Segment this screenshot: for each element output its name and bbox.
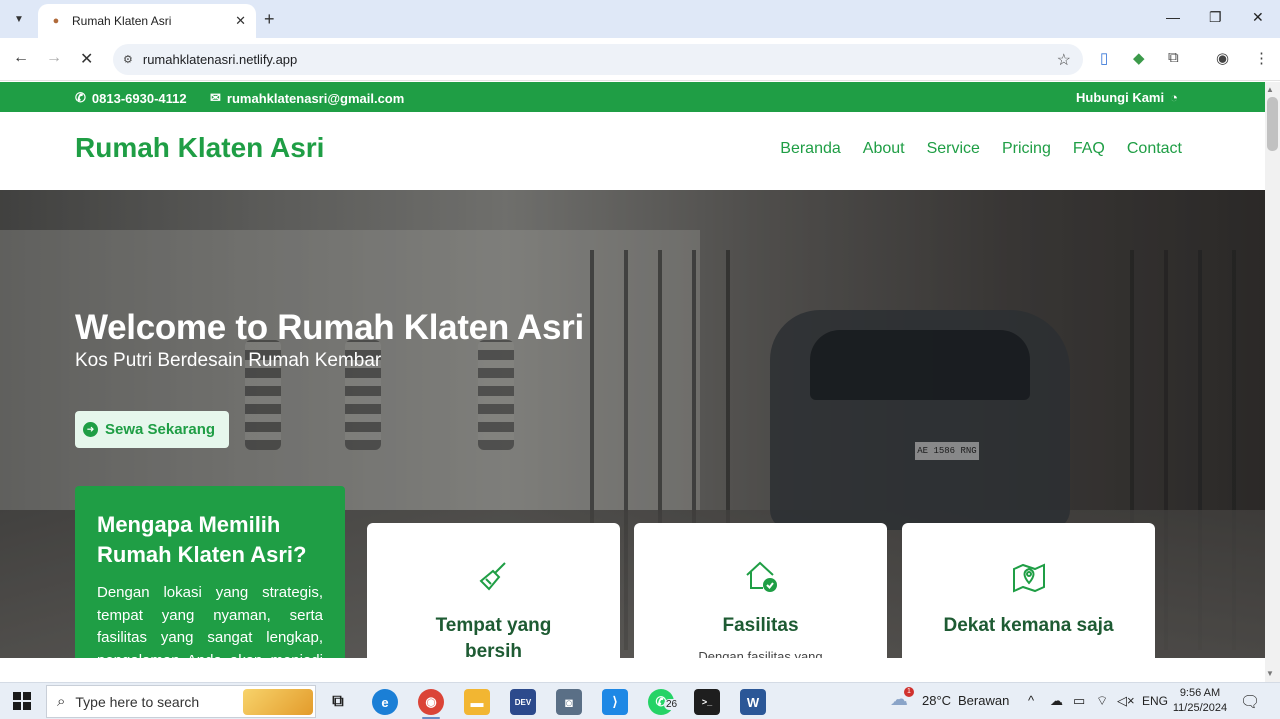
card-title: Fasilitas <box>722 615 799 636</box>
feature-card: Tempat yang bersih <box>367 523 620 658</box>
card-title: Tempat yang bersih <box>435 615 552 658</box>
scroll-up-icon[interactable]: ▲ <box>1266 85 1274 94</box>
edge-icon[interactable]: e <box>372 689 398 715</box>
weather-temp[interactable]: 28°C <box>922 693 951 708</box>
browser-tab[interactable]: ● Rumah Klaten Asri ✕ <box>38 4 256 38</box>
search-highlight-image <box>243 688 313 715</box>
scroll-down-icon[interactable]: ▼ <box>1266 669 1274 678</box>
why-text: Dengan lokasi yang strategis, tempat yan… <box>97 584 323 658</box>
stop-loading-icon[interactable]: ✕ <box>80 49 93 69</box>
weather-alert-badge: 1 <box>904 687 914 697</box>
wifi-icon[interactable]: ⌔ <box>1096 693 1108 709</box>
chrome-icon[interactable]: ◉ <box>418 689 444 715</box>
restore-icon[interactable]: ❐ <box>1209 9 1222 26</box>
search-placeholder: Type here to search <box>75 693 200 710</box>
hero-section: AE 1586 RNG Welcome to Rumah Klaten Asri… <box>0 190 1265 658</box>
hubungi-kami-link[interactable]: Hubungi Kami ◔ <box>1076 90 1178 105</box>
clock-time: 9:56 AM <box>1179 687 1221 699</box>
windows-taskbar: ⌕ Type here to search ⧉ e ◉ ▬ DEV ◙ ⟩ ✆ … <box>0 682 1280 719</box>
main-nav: Beranda About Service Pricing FAQ Contac… <box>780 140 1182 158</box>
extension-icon[interactable]: ◆ <box>1133 49 1145 67</box>
site-header: Rumah Klaten Asri Beranda About Service … <box>0 112 1265 190</box>
site-logo[interactable]: Rumah Klaten Asri <box>75 132 324 164</box>
phone-icon: ✆ <box>75 90 86 105</box>
house-check-icon <box>634 559 887 595</box>
tab-search-icon[interactable]: ▼ <box>8 8 30 30</box>
nav-about[interactable]: About <box>863 140 905 158</box>
clock-date: 11/25/2024 <box>1172 702 1228 714</box>
broom-icon <box>367 559 620 595</box>
weather-desc[interactable]: Berawan <box>958 693 1009 708</box>
windows-start-icon[interactable] <box>13 692 31 710</box>
language-indicator[interactable]: ENG <box>1142 694 1168 708</box>
vscode-icon[interactable]: ⟩ <box>602 689 628 715</box>
email-contact[interactable]: ✉ rumahklatenasri@gmail.com <box>210 90 404 106</box>
site-info-icon[interactable]: ⚙ <box>123 53 133 66</box>
back-icon[interactable]: ← <box>13 49 29 67</box>
taskbar-search[interactable]: ⌕ Type here to search <box>46 685 316 718</box>
nav-contact[interactable]: Contact <box>1127 140 1182 158</box>
new-tab-icon[interactable]: + <box>264 9 275 30</box>
tray-chevron-icon[interactable]: ^ <box>1028 693 1034 708</box>
menu-kebab-icon[interactable]: ⋮ <box>1254 49 1269 67</box>
sewa-sekarang-button[interactable]: ➜ Sewa Sekarang <box>75 411 229 448</box>
devcpp-icon[interactable]: DEV <box>510 689 536 715</box>
system-clock[interactable]: 9:56 AM 11/25/2024 <box>1170 686 1230 716</box>
close-window-icon[interactable]: ✕ <box>1252 9 1264 26</box>
nav-pricing[interactable]: Pricing <box>1002 140 1051 158</box>
site-topbar: ✆ 0813-6930-4112 ✉ rumahklatenasri@gmail… <box>0 82 1265 112</box>
feature-card: Dekat kemana saja <box>902 523 1155 658</box>
onedrive-icon[interactable]: ☁ <box>1050 693 1063 709</box>
file-explorer-icon[interactable]: ▬ <box>464 689 490 715</box>
page-scrollbar[interactable] <box>1265 82 1280 682</box>
browser-toolbar: ← → ✕ ⚙ rumahklatenasri.netlify.app ☆ ▯ … <box>0 38 1280 81</box>
why-choose-box: Mengapa Memilih Rumah Klaten Asri? Denga… <box>75 486 345 658</box>
bookmark-star-icon[interactable]: ☆ <box>1057 50 1071 70</box>
phone-number: 0813-6930-4112 <box>91 90 187 106</box>
phone-contact[interactable]: ✆ 0813-6930-4112 <box>75 90 187 106</box>
url-text[interactable]: rumahklatenasri.netlify.app <box>143 52 1057 67</box>
envelope-icon: ✉ <box>210 90 221 105</box>
card-text: Dengan fasilitas yang <box>698 649 823 658</box>
address-bar[interactable]: ⚙ rumahklatenasri.netlify.app ☆ <box>113 44 1083 75</box>
reading-mode-icon[interactable]: ▯ <box>1100 49 1108 67</box>
feature-card: Fasilitas Dengan fasilitas yang <box>634 523 887 658</box>
notification-center-icon[interactable]: 🗨 <box>1240 692 1260 712</box>
terminal-icon[interactable]: >_ <box>694 689 720 715</box>
map-pin-icon <box>902 559 1155 595</box>
close-tab-icon[interactable]: ✕ <box>235 13 246 29</box>
nav-beranda[interactable]: Beranda <box>780 140 841 158</box>
email-address: rumahklatenasri@gmail.com <box>226 90 405 106</box>
hero-subtitle: Kos Putri Berdesain Rumah Kembar <box>75 350 382 371</box>
word-icon[interactable]: W <box>740 689 766 715</box>
browser-tabstrip: ▼ ● Rumah Klaten Asri ✕ + — ❐ ✕ <box>0 0 1280 38</box>
scrollbar-thumb[interactable] <box>1267 97 1278 151</box>
whatsapp-badge: 26 <box>664 699 680 710</box>
search-icon: ⌕ <box>57 693 66 710</box>
camera-icon[interactable]: ◙ <box>556 689 582 715</box>
hubungi-kami-label: Hubungi Kami <box>1076 90 1165 105</box>
why-title: Mengapa Memilih Rumah Klaten Asri? <box>97 512 307 567</box>
card-title: Dekat kemana saja <box>943 615 1114 636</box>
tab-title: Rumah Klaten Asri <box>72 14 172 28</box>
nav-service[interactable]: Service <box>927 140 980 158</box>
battery-icon[interactable]: ▭ <box>1073 693 1085 709</box>
arrow-circle-icon: ➜ <box>83 422 98 437</box>
extensions-puzzle-icon[interactable]: ⧉ <box>1168 49 1179 66</box>
cta-label: Sewa Sekarang <box>105 421 216 438</box>
minimize-icon[interactable]: — <box>1166 9 1180 25</box>
forward-icon[interactable]: → <box>46 49 62 67</box>
site-favicon-icon: ● <box>52 15 60 27</box>
page-bottom-area <box>0 658 1265 682</box>
profile-avatar-icon[interactable]: ◉ <box>1216 49 1229 67</box>
volume-muted-icon[interactable]: ◁× <box>1117 693 1135 709</box>
nav-faq[interactable]: FAQ <box>1073 140 1105 158</box>
hero-title: Welcome to Rumah Klaten Asri <box>75 308 584 347</box>
task-view-icon[interactable]: ⧉ <box>325 689 351 715</box>
whatsapp-icon: ◔ <box>1170 90 1178 105</box>
